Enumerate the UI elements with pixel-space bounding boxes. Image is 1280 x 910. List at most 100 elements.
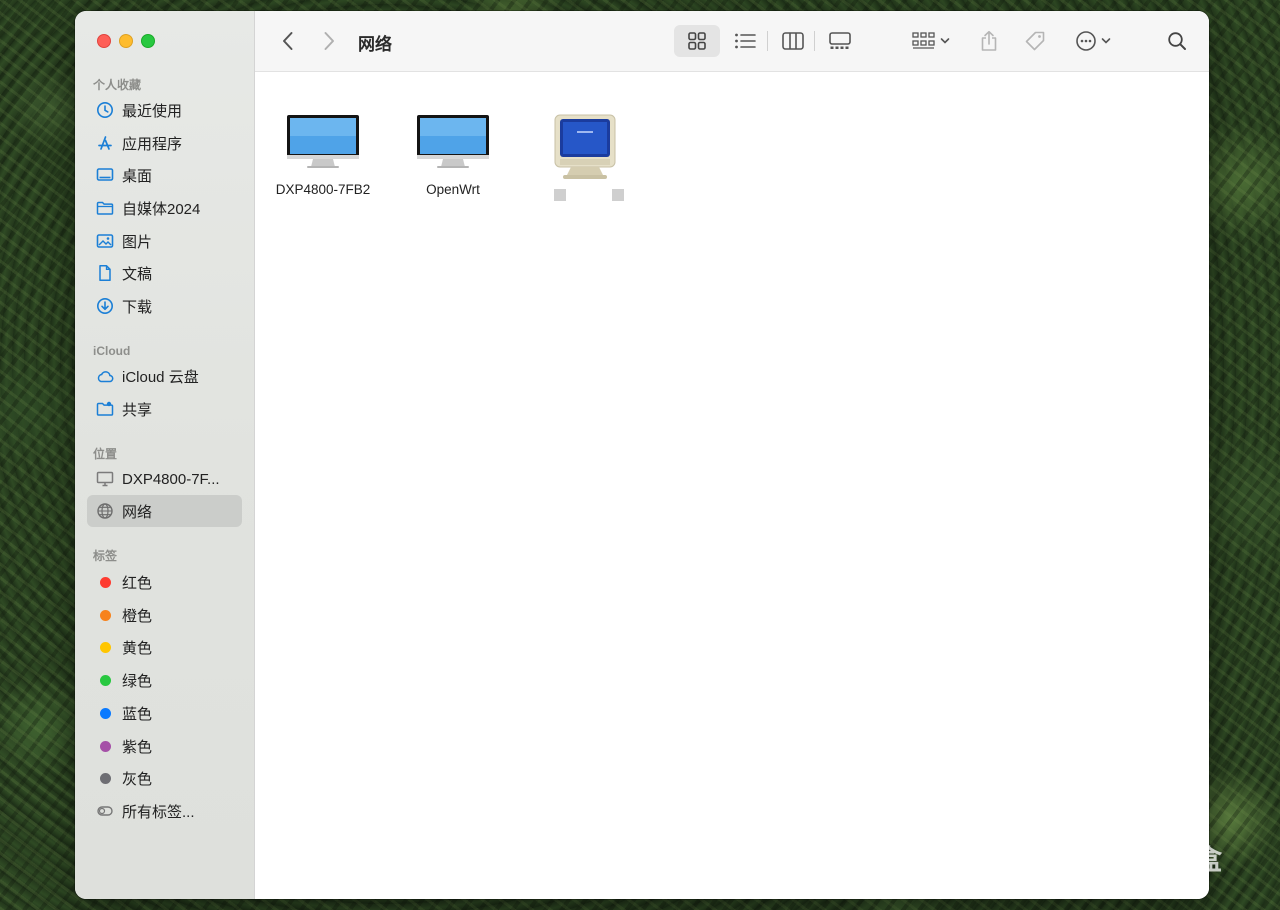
window-title: 网络 — [358, 35, 392, 54]
sidebar-item-network[interactable]: 网络 — [87, 495, 242, 527]
sidebar-item-applications[interactable]: 应用程序 — [87, 127, 242, 159]
sidebar-item-label: 文稿 — [122, 265, 153, 283]
window-controls — [97, 34, 155, 48]
sidebar-item-label: 共享 — [122, 401, 153, 419]
gallery-view-button[interactable] — [825, 25, 855, 57]
ellipsis-circle-icon — [1076, 31, 1096, 51]
file-item-dxp4800[interactable]: DXP4800-7FB2 — [258, 113, 388, 197]
sidebar-item-label: 网络 — [122, 503, 153, 521]
shared-folder-icon — [95, 399, 115, 419]
desktop-icon — [95, 165, 115, 185]
sidebar-item-shared[interactable]: 共享 — [87, 393, 242, 425]
forward-button[interactable] — [318, 29, 340, 53]
monitor-icon — [95, 469, 115, 489]
redacted-block — [612, 189, 624, 201]
sidebar-tag-purple[interactable]: 紫色 — [87, 730, 242, 762]
columns-icon — [782, 32, 804, 50]
grid-icon — [688, 32, 706, 50]
tag-dot-red — [95, 572, 115, 592]
sidebar-item-label: 紫色 — [122, 738, 153, 756]
file-item-legacy-computer[interactable] — [520, 113, 650, 203]
sidebar-tag-yellow[interactable]: 黄色 — [87, 631, 242, 663]
group-icon — [912, 32, 935, 49]
toolbar-divider — [767, 31, 768, 51]
folder-icon — [95, 198, 115, 218]
column-view-button[interactable] — [778, 25, 808, 57]
list-icon — [735, 33, 756, 49]
sidebar-item-label: 橙色 — [122, 607, 153, 625]
tag-dot-yellow — [95, 637, 115, 657]
sidebar-section-icloud: iCloud — [93, 344, 131, 358]
sidebar-section-locations: 位置 — [93, 447, 118, 461]
sidebar-item-label: 应用程序 — [122, 135, 183, 153]
photo-icon — [95, 231, 115, 251]
finder-window: 个人收藏 最近使用 应用程序 桌面 自媒体2024 图片 文稿 下载 iClou… — [75, 11, 1209, 899]
tag-button[interactable] — [1020, 25, 1050, 57]
watermark-logo-icon — [1091, 837, 1129, 879]
download-icon — [95, 296, 115, 316]
tag-dot-blue — [95, 703, 115, 723]
sidebar-item-label: 图片 — [122, 233, 153, 251]
share-button[interactable] — [974, 25, 1004, 57]
sidebar-item-label: 下载 — [122, 298, 153, 316]
sidebar-item-downloads[interactable]: 下载 — [87, 290, 242, 322]
search-icon — [1168, 32, 1186, 50]
crt-monitor-icon — [554, 114, 616, 179]
sidebar-item-label: DXP4800-7F... — [122, 470, 220, 488]
file-name: OpenWrt — [426, 182, 480, 197]
sidebar-item-documents[interactable]: 文稿 — [87, 257, 242, 289]
icon-view-button[interactable] — [674, 25, 720, 57]
chevron-down-icon — [940, 38, 950, 44]
all-tags-icon — [95, 801, 115, 821]
file-grid: DXP4800-7FB2 OpenWrt — [255, 73, 1209, 899]
minimize-window-button[interactable] — [119, 34, 133, 48]
imac-icon — [417, 115, 489, 168]
more-actions-button[interactable] — [1070, 25, 1116, 57]
sidebar-tag-green[interactable]: 绿色 — [87, 664, 242, 696]
sidebar-item-recents[interactable]: 最近使用 — [87, 94, 242, 126]
watermark-text: 小黑盒 — [1138, 844, 1223, 875]
share-icon — [981, 30, 997, 51]
sidebar-item-label: 黄色 — [122, 639, 153, 657]
redacted-block — [554, 189, 566, 201]
toolbar: 网络 — [255, 11, 1209, 72]
document-icon — [95, 263, 115, 283]
clock-icon — [95, 100, 115, 120]
search-button[interactable] — [1162, 25, 1192, 57]
group-by-button[interactable] — [907, 25, 955, 57]
tag-dot-purple — [95, 736, 115, 756]
sidebar-item-label: 自媒体2024 — [122, 200, 201, 218]
gallery-icon — [829, 32, 851, 49]
cloud-icon — [95, 366, 115, 386]
sidebar-section-tags: 标签 — [93, 549, 118, 563]
sidebar-tag-blue[interactable]: 蓝色 — [87, 697, 242, 729]
sidebar-tag-orange[interactable]: 橙色 — [87, 599, 242, 631]
sidebar-item-label: 绿色 — [122, 672, 153, 690]
sidebar-tag-red[interactable]: 红色 — [87, 566, 242, 598]
sidebar-item-media-folder[interactable]: 自媒体2024 — [87, 192, 242, 224]
zoom-window-button[interactable] — [141, 34, 155, 48]
sidebar-item-desktop[interactable]: 桌面 — [87, 159, 242, 191]
tag-dot-gray — [95, 768, 115, 788]
sidebar-item-pictures[interactable]: 图片 — [87, 225, 242, 257]
sidebar-tag-gray[interactable]: 灰色 — [87, 762, 242, 794]
sidebar-item-label: 灰色 — [122, 770, 153, 788]
sidebar-all-tags[interactable]: 所有标签... — [87, 795, 242, 827]
sidebar-item-label: iCloud 云盘 — [122, 368, 199, 386]
sidebar-item-label: 红色 — [122, 574, 153, 592]
list-view-button[interactable] — [730, 25, 760, 57]
globe-icon — [95, 501, 115, 521]
sidebar-item-dxp4800[interactable]: DXP4800-7F... — [87, 463, 242, 495]
sidebar-item-label: 蓝色 — [122, 705, 153, 723]
applications-icon — [95, 133, 115, 153]
back-button[interactable] — [277, 29, 299, 53]
sidebar-item-icloud-drive[interactable]: iCloud 云盘 — [87, 360, 242, 392]
sidebar-section-favorites: 个人收藏 — [93, 78, 142, 92]
file-item-openwrt[interactable]: OpenWrt — [388, 113, 518, 197]
close-window-button[interactable] — [97, 34, 111, 48]
tag-icon — [1025, 31, 1045, 51]
tag-dot-green — [95, 670, 115, 690]
sidebar-item-label: 桌面 — [122, 167, 153, 185]
imac-icon — [287, 115, 359, 168]
chevron-left-icon — [283, 32, 293, 50]
